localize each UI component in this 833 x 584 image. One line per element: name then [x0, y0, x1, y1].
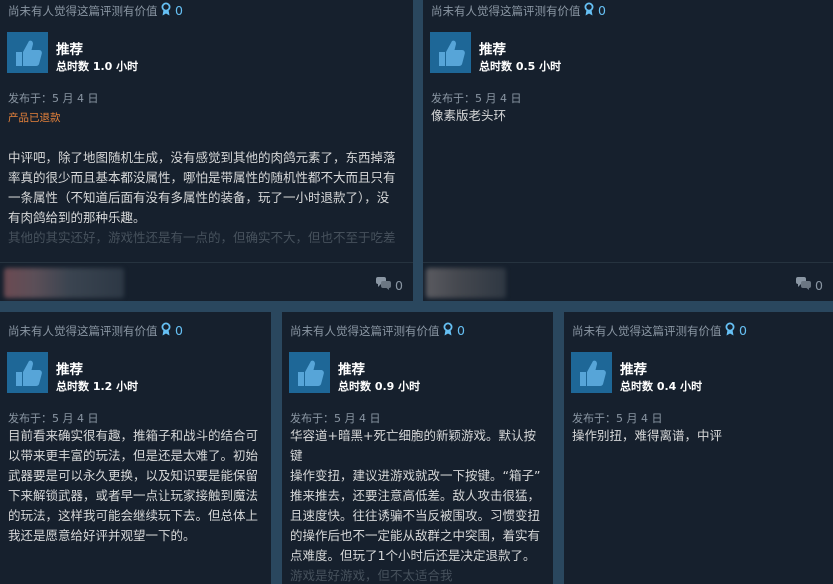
review-text: 中评吧，除了地图随机生成，没有感觉到其他的肉鸽元素了，东西掉落 率真的很少而且基…: [8, 148, 403, 248]
review-text-line: 且速度快。往往诱骗不当反被围攻。习惯变扭: [290, 508, 541, 523]
review-text-line: 华容道+暗黑+死亡细胞的新颖游戏。默认按键: [290, 428, 536, 463]
review-text-line: 推来推去，还要注意高低差。敌人攻击很猛，: [290, 488, 541, 503]
review-card: 尚未有人觉得这篇评测有价值 0 推荐 总时数 1.2 小时 发布于：5 月 4 …: [0, 312, 271, 584]
playtime-hours: 总时数 1.2 小时: [56, 380, 139, 393]
review-text-line: 率真的很少而且基本都没属性，哪怕是带属性的随机性都不大而且只有: [8, 170, 396, 185]
posted-date: 发布于：5 月 4 日: [8, 92, 99, 105]
award-count: 0: [598, 3, 606, 18]
review-text-line: 的操作后也不一定能从敌群之中突围，着实有: [290, 528, 541, 543]
thumbs-up-icon: [571, 352, 612, 393]
comment-count: 0: [395, 277, 403, 293]
review-text: 像素版老头环: [431, 106, 823, 126]
review-verdict: 推荐: [56, 42, 83, 58]
review-text-faded-line: 其他的其实还好，游戏性还是有一点的，但确实不大，但也不至于吃差: [8, 230, 396, 245]
posted-date: 发布于：5 月 4 日: [431, 92, 522, 105]
review-text-line: 下来解锁武器，或者早一点让玩家接触到魔法: [8, 488, 259, 503]
playtime-hours: 总时数 0.4 小时: [620, 380, 703, 393]
award-ribbon-icon: [583, 2, 595, 19]
comments-button[interactable]: 0: [376, 277, 403, 293]
award-button[interactable]: 0: [160, 2, 183, 19]
comments-button[interactable]: 0: [796, 277, 823, 293]
review-card: 尚未有人觉得这篇评测有价值 0 推荐 总时数 0.9 小时 发布于：5 月 4 …: [282, 312, 553, 584]
review-text: 操作别扭，难得离谱，中评: [572, 426, 823, 446]
refund-status: 产品已退款: [8, 112, 61, 124]
review-text-line: 一条属性（不知道后面有没有多属性的装备，玩了一小时退款了），没: [8, 190, 390, 205]
award-button[interactable]: 0: [724, 322, 747, 339]
playtime-hours: 总时数 1.0 小时: [56, 60, 139, 73]
footer-divider: [423, 262, 833, 263]
review-text-line: 我还是愿意给好评并观望一下的。: [8, 528, 196, 543]
helpful-count-text: 尚未有人觉得这篇评测有价值: [8, 324, 158, 338]
review-card: 尚未有人觉得这篇评测有价值 0 推荐 总时数 1.0 小时 发布于：5 月 4 …: [0, 0, 413, 301]
review-card: 尚未有人觉得这篇评测有价值 0 推荐 总时数 0.4 小时 发布于：5 月 4 …: [564, 312, 833, 584]
award-ribbon-icon: [724, 322, 736, 339]
review-text-line: 像素版老头环: [431, 108, 507, 123]
review-text-faded-line: 游戏是好游戏，但不太适合我: [290, 568, 453, 583]
award-ribbon-icon: [442, 322, 454, 339]
thumbs-up-icon: [7, 32, 48, 73]
review-text-line: 以带来更丰富的玩法，但是还是太难了。初始: [8, 448, 259, 463]
award-ribbon-icon: [160, 322, 172, 339]
review-verdict: 推荐: [338, 362, 365, 378]
review-text-line: 操作别扭，难得离谱，中评: [572, 428, 723, 443]
playtime-hours: 总时数 0.9 小时: [338, 380, 421, 393]
review-text-line: 中评吧，除了地图随机生成，没有感觉到其他的肉鸽元素了，东西掉落: [8, 150, 396, 165]
review-text-line: 有肉鸽给到的那种乐趣。: [8, 210, 146, 225]
thumbs-up-icon: [7, 352, 48, 393]
award-button[interactable]: 0: [583, 2, 606, 19]
comment-count: 0: [815, 277, 823, 293]
review-text: 华容道+暗黑+死亡细胞的新颖游戏。默认按键 操作变扭，建议进游戏就改一下按键。“…: [290, 426, 543, 584]
award-button[interactable]: 0: [160, 322, 183, 339]
helpful-count-text: 尚未有人觉得这篇评测有价值: [431, 4, 581, 18]
review-text: 目前看来确实很有趣，推箱子和战斗的结合可 以带来更丰富的玩法，但是还是太难了。初…: [8, 426, 261, 546]
award-count: 0: [457, 323, 465, 338]
helpful-count-text: 尚未有人觉得这篇评测有价值: [290, 324, 440, 338]
helpful-count-text: 尚未有人觉得这篇评测有价值: [8, 4, 158, 18]
footer-divider: [0, 262, 413, 263]
review-card: 尚未有人觉得这篇评测有价值 0 推荐 总时数 0.5 小时 发布于：5 月 4 …: [423, 0, 833, 301]
reviewer-avatar[interactable]: [4, 268, 124, 298]
review-verdict: 推荐: [56, 362, 83, 378]
reviewer-avatar[interactable]: [426, 268, 506, 298]
posted-date: 发布于：5 月 4 日: [8, 412, 99, 425]
posted-date: 发布于：5 月 4 日: [290, 412, 381, 425]
review-text-line: 武器要是可以永久更换，以及知识要是能保留: [8, 468, 259, 483]
review-text-line: 操作变扭，建议进游戏就改一下按键。“箱子”: [290, 468, 541, 483]
review-verdict: 推荐: [479, 42, 506, 58]
award-button[interactable]: 0: [442, 322, 465, 339]
posted-date: 发布于：5 月 4 日: [572, 412, 663, 425]
thumbs-up-icon: [430, 32, 471, 73]
comment-bubbles-icon: [376, 277, 392, 293]
review-verdict: 推荐: [620, 362, 647, 378]
award-ribbon-icon: [160, 2, 172, 19]
award-count: 0: [175, 323, 183, 338]
helpful-count-text: 尚未有人觉得这篇评测有价值: [572, 324, 722, 338]
review-text-line: 的玩法，这样我可能会继续玩下去。但总体上: [8, 508, 259, 523]
review-text-line: 点难度。但玩了1个小时后还是决定退款了。: [290, 548, 536, 563]
award-count: 0: [175, 3, 183, 18]
playtime-hours: 总时数 0.5 小时: [479, 60, 562, 73]
award-count: 0: [739, 323, 747, 338]
comment-bubbles-icon: [796, 277, 812, 293]
thumbs-up-icon: [289, 352, 330, 393]
review-text-line: 目前看来确实很有趣，推箱子和战斗的结合可: [8, 428, 259, 443]
